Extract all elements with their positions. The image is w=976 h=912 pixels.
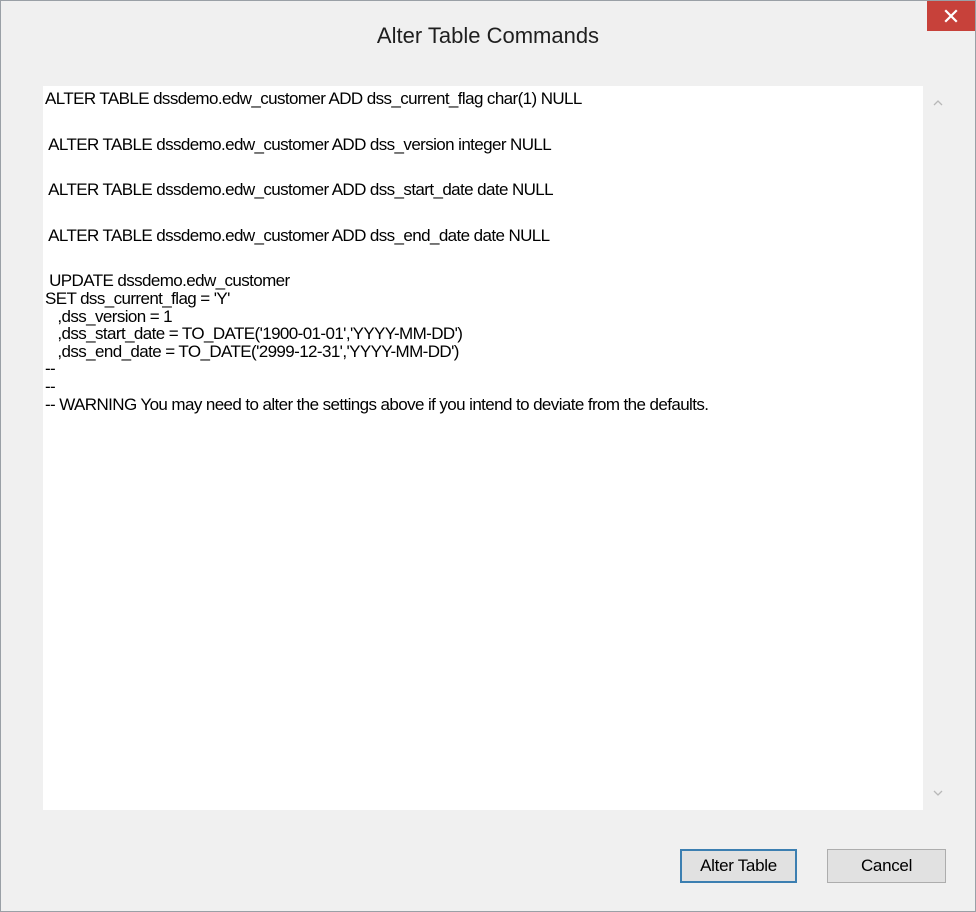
- code-line: ALTER TABLE dssdemo.edw_customer ADD dss…: [45, 180, 554, 200]
- code-line: -- WARNING You may need to alter the set…: [45, 394, 709, 414]
- dialog-title: Alter Table Commands: [376, 23, 600, 48]
- vertical-scrollbar[interactable]: [923, 86, 953, 810]
- code-line: ,dss_end_date = TO_DATE('2999-12-31','YY…: [45, 341, 459, 361]
- title-bar: Alter Table Commands: [1, 1, 975, 63]
- scroll-up-icon[interactable]: [931, 96, 945, 110]
- code-line: SET dss_current_flag = 'Y': [45, 288, 230, 308]
- code-line: ALTER TABLE dssdemo.edw_customer ADD dss…: [45, 89, 582, 108]
- alter-table-dialog: Alter Table Commands ALTER TABLE dssdemo…: [0, 0, 976, 912]
- code-line: --: [45, 376, 56, 396]
- code-line: ALTER TABLE dssdemo.edw_customer ADD dss…: [45, 225, 550, 245]
- close-icon: [944, 9, 958, 23]
- cancel-button[interactable]: Cancel: [827, 849, 946, 883]
- code-line: ,dss_version = 1: [45, 306, 173, 326]
- scroll-down-icon[interactable]: [931, 786, 945, 800]
- code-line: UPDATE dssdemo.edw_customer: [45, 271, 290, 291]
- close-button[interactable]: [927, 1, 975, 31]
- sql-code: ALTER TABLE dssdemo.edw_customer ADD dss…: [45, 90, 919, 413]
- sql-text-area[interactable]: ALTER TABLE dssdemo.edw_customer ADD dss…: [43, 86, 923, 810]
- code-line: ,dss_start_date = TO_DATE('1900-01-01','…: [45, 324, 463, 344]
- code-line: ALTER TABLE dssdemo.edw_customer ADD dss…: [45, 134, 552, 154]
- code-line: --: [45, 359, 56, 379]
- alter-table-button[interactable]: Alter Table: [680, 849, 797, 883]
